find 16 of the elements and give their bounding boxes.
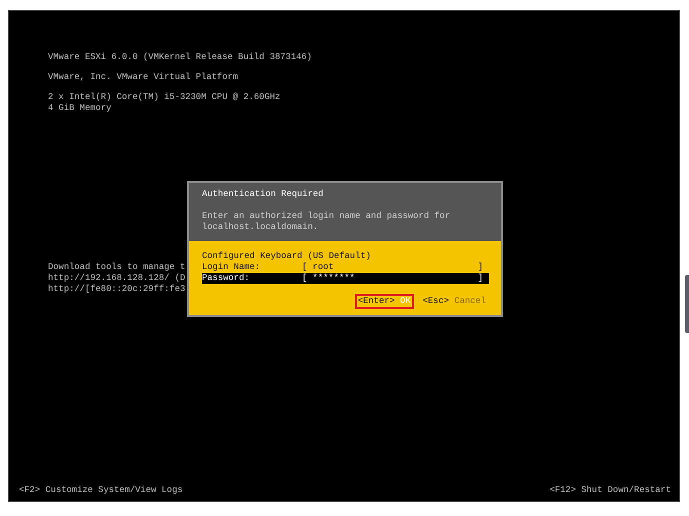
login-field[interactable]: Password: [ ******** ] [202, 273, 489, 284]
dialog-title: Authentication Required [202, 189, 324, 200]
customize-system-hint[interactable]: <F2> Customize System/View Logs [19, 485, 183, 496]
dialog-button[interactable]: <Enter> OK [354, 294, 414, 309]
shutdown-restart-hint[interactable]: <F12> Shut Down/Restart [550, 485, 671, 496]
login-field[interactable]: Login Name: [ root ] [202, 262, 489, 273]
keyboard-label: Configured Keyboard (US Default) [202, 251, 372, 262]
management-info-text: Download tools to manage t [48, 262, 186, 273]
system-info-text: VMware ESXi 6.0.0 (VMKernel Release Build 3873146) [48, 52, 312, 63]
hardware-info-text: 4 GiB Memory [48, 103, 112, 114]
dialog-description: Enter an authorized login name and password for localhost.localdomain. [202, 211, 452, 233]
management-info-text: http://192.168.128.128/ (D [48, 273, 186, 284]
system-info-text: VMware, Inc. VMware Virtual Platform [48, 72, 238, 83]
management-info-text: http://[fe80::20c:29ff:fe3 [48, 284, 186, 295]
dialog-button[interactable]: <Esc> Cancel [420, 294, 489, 309]
hardware-info-text: 2 x Intel(R) Core(TM) i5-3230M CPU @ 2.60GHz [48, 92, 280, 103]
